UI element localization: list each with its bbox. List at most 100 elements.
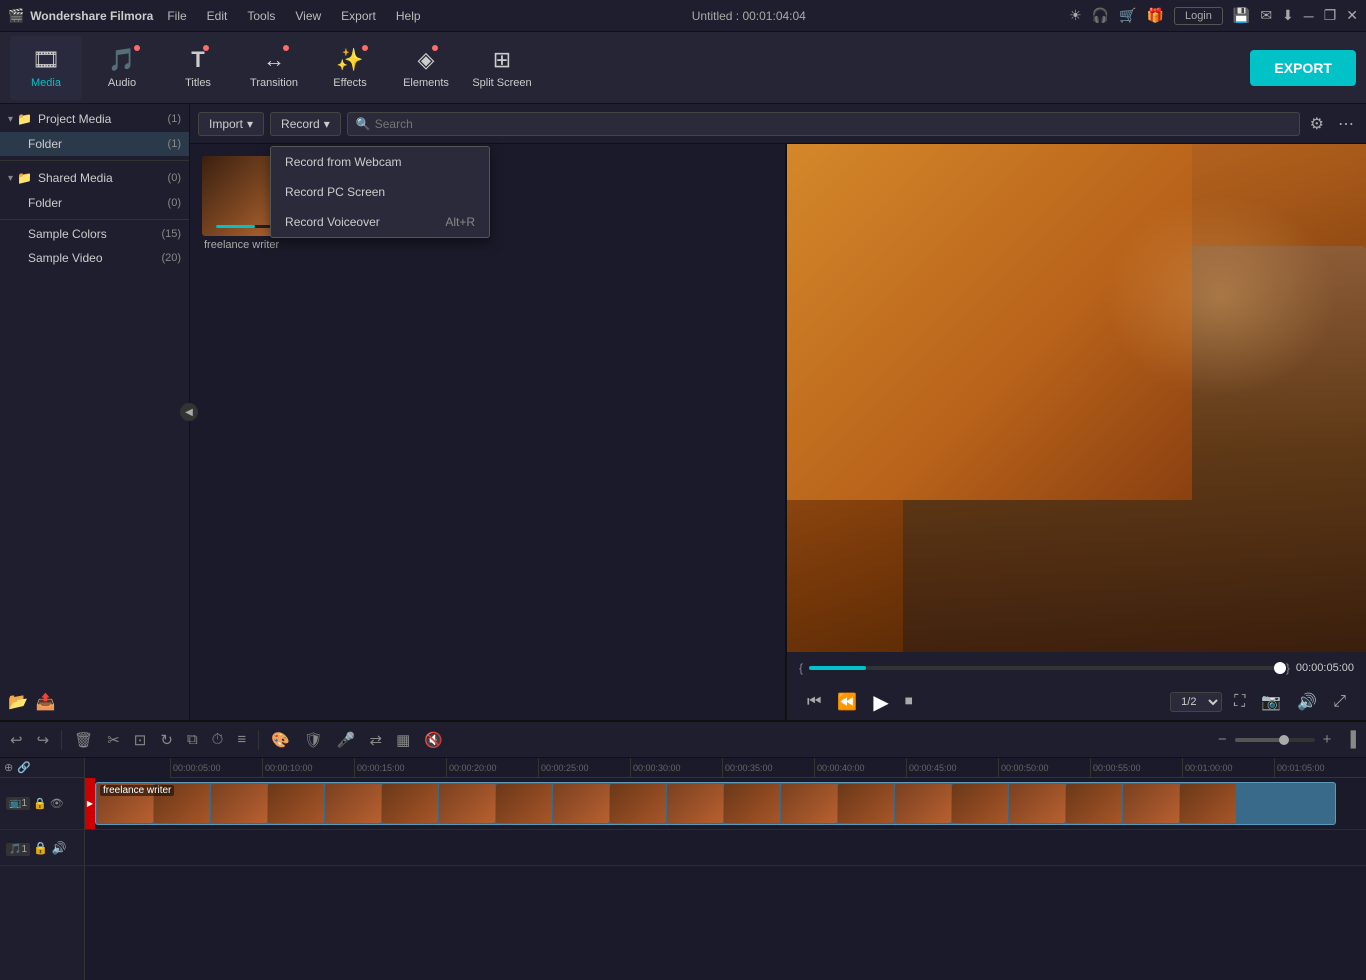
audio-record-button[interactable]: 🎤 xyxy=(333,729,360,751)
zoom-thumb[interactable] xyxy=(1279,735,1289,745)
close-button[interactable]: ✕ xyxy=(1346,7,1358,24)
volume-button[interactable]: 🔊 xyxy=(1293,690,1321,714)
tool-transition[interactable]: ↔ Transition xyxy=(238,36,310,100)
track-labels: ⊕ 🔗 📺1 🔒 👁 🎵1 🔒 🔊 xyxy=(0,758,85,980)
clip-thumb-9 xyxy=(553,784,609,823)
ruler-mark-5: 00:00:25:00 xyxy=(538,758,630,777)
freeze-frame-button[interactable]: ▐ xyxy=(1341,729,1360,750)
screenshot-button[interactable]: 📷 xyxy=(1257,690,1285,714)
add-folder-icon[interactable]: 📂 xyxy=(8,692,28,712)
headphone-icon[interactable]: 🎧 xyxy=(1092,7,1109,24)
delete-button[interactable]: 🗑 xyxy=(70,729,97,751)
mask-button[interactable]: 🛡 xyxy=(300,729,327,751)
titlebar-left: 🎬 Wondershare Filmora File Edit Tools Vi… xyxy=(8,7,429,25)
menu-file[interactable]: File xyxy=(159,7,194,25)
import-button[interactable]: Import ▾ xyxy=(198,112,264,136)
panel-collapse-button[interactable]: ◀ xyxy=(180,403,198,421)
clip-thumb-11 xyxy=(667,784,723,823)
sun-icon[interactable]: ☀ xyxy=(1069,7,1082,24)
caption-button[interactable]: ▦ xyxy=(392,729,414,751)
redo-button[interactable]: ↪ xyxy=(33,729,54,751)
media-item-label: freelance writer xyxy=(202,236,342,254)
progress-bar[interactable] xyxy=(809,666,1280,670)
cart-icon[interactable]: 🛒 xyxy=(1119,7,1136,24)
titlebar-right: ☀ 🎧 🛒 🎁 Login 💾 ✉ ⬇ ─ ❐ ✕ xyxy=(1069,7,1358,25)
center-area: Import ▾ Record ▾ Record from Webcam Rec… xyxy=(190,104,1366,720)
maximize-button[interactable]: ❐ xyxy=(1324,7,1337,24)
record-webcam-item[interactable]: Record from Webcam xyxy=(271,147,489,177)
expand-button[interactable]: ⤢ xyxy=(1329,691,1350,713)
search-input[interactable] xyxy=(375,117,1291,131)
link-icon[interactable]: 🔗 xyxy=(17,761,31,774)
download-icon[interactable]: ⬇ xyxy=(1282,7,1294,24)
zoom-out-button[interactable]: − xyxy=(1214,729,1231,750)
tool-effects[interactable]: ✨ Effects xyxy=(314,36,386,100)
audio-mute-icon[interactable]: 🔊 xyxy=(52,841,67,855)
record-button[interactable]: Record ▾ xyxy=(270,112,341,136)
export-button[interactable]: EXPORT xyxy=(1250,50,1356,86)
adjustments-button[interactable]: ≡ xyxy=(233,729,250,750)
filter-button[interactable]: ⚙ xyxy=(1306,112,1328,136)
step-back-button[interactable]: ⏮ xyxy=(803,691,825,713)
stabilize-button[interactable]: ⇄ xyxy=(366,729,387,751)
record-screen-label: Record PC Screen xyxy=(285,185,385,199)
zoom-fill xyxy=(1235,738,1283,742)
video-clip[interactable]: freelance writer xyxy=(95,782,1336,825)
remove-folder-icon[interactable]: 📤 xyxy=(36,692,56,712)
video-track-icons: 📺1 🔒 👁 xyxy=(6,797,64,810)
undo-button[interactable]: ↩ xyxy=(6,729,27,751)
rewind-button[interactable]: ⏪ xyxy=(833,690,861,714)
record-screen-item[interactable]: Record PC Screen xyxy=(271,177,489,207)
save-icon[interactable]: 💾 xyxy=(1233,7,1250,24)
grid-view-button[interactable]: ⋯ xyxy=(1334,112,1358,136)
mail-icon[interactable]: ✉ xyxy=(1260,7,1272,24)
tool-media[interactable]: 🎞 Media xyxy=(10,36,82,100)
lock-icon[interactable]: 🔒 xyxy=(33,797,47,810)
minimize-button[interactable]: ─ xyxy=(1304,8,1314,24)
zoom-in-button[interactable]: + xyxy=(1319,729,1336,750)
menu-tools[interactable]: Tools xyxy=(239,7,283,25)
mirror-button[interactable]: ⧉ xyxy=(183,729,202,750)
shared-media-header[interactable]: ▾ 📁 Shared Media (0) xyxy=(0,165,189,191)
project-media-header[interactable]: ▾ 📁 Project Media (1) xyxy=(0,106,189,132)
login-button[interactable]: Login xyxy=(1174,7,1223,25)
project-media-folder[interactable]: Folder (1) xyxy=(0,132,189,156)
tool-titles[interactable]: T Titles xyxy=(162,36,234,100)
menu-export[interactable]: Export xyxy=(333,7,384,25)
playback-controls: ⏮ ⏪ ▶ ⏹ 1/2 Full 1/4 ⛶ 📷 🔊 xyxy=(787,684,1366,720)
tool-elements-label: Elements xyxy=(403,77,449,89)
tool-splitscreen[interactable]: ⊞ Split Screen xyxy=(466,36,538,100)
timeline: ↩ ↪ 🗑 ✂ ⊡ ↻ ⧉ ⏱ ≡ 🎨 🛡 🎤 ⇄ ▦ 🔇 − + ▐ xyxy=(0,720,1366,980)
clip-title-label: freelance writer xyxy=(100,785,174,796)
crop-button[interactable]: ⊡ xyxy=(130,729,151,751)
shared-media-folder-count: (0) xyxy=(168,197,181,209)
eye-icon[interactable]: 👁 xyxy=(50,797,64,810)
cut-button[interactable]: ✂ xyxy=(103,729,124,751)
record-voiceover-shortcut: Alt+R xyxy=(445,215,475,229)
quality-select[interactable]: 1/2 Full 1/4 xyxy=(1170,692,1222,712)
ruler-mark-10: 00:00:50:00 xyxy=(998,758,1090,777)
rotation-button[interactable]: ↻ xyxy=(156,729,177,751)
stop-button[interactable]: ⏹ xyxy=(901,691,917,713)
fullscreen-button[interactable]: ⛶ xyxy=(1230,691,1249,713)
record-voiceover-item[interactable]: Record Voiceover Alt+R xyxy=(271,207,489,237)
play-button[interactable]: ▶ xyxy=(869,688,892,717)
shared-media-folder[interactable]: Folder (0) xyxy=(0,191,189,215)
playback-bar: { } 00:00:05:00 xyxy=(787,652,1366,684)
audio-lock-icon[interactable]: 🔒 xyxy=(33,841,48,855)
color-button[interactable]: 🎨 xyxy=(267,729,294,751)
sample-colors-item[interactable]: Sample Colors (15) xyxy=(0,222,189,246)
gift-icon[interactable]: 🎁 xyxy=(1147,7,1164,24)
tool-audio[interactable]: 🎵 Audio xyxy=(86,36,158,100)
silence-button[interactable]: 🔇 xyxy=(420,729,447,751)
video-frame xyxy=(787,144,1366,652)
sample-video-count: (20) xyxy=(161,252,181,264)
menu-view[interactable]: View xyxy=(287,7,329,25)
record-dropdown-container: Record ▾ Record from Webcam Record PC Sc… xyxy=(270,112,341,136)
menu-edit[interactable]: Edit xyxy=(199,7,236,25)
add-track-icon[interactable]: ⊕ xyxy=(4,761,13,774)
sample-video-item[interactable]: Sample Video (20) xyxy=(0,246,189,270)
menu-help[interactable]: Help xyxy=(388,7,429,25)
tool-elements[interactable]: ◈ Elements xyxy=(390,36,462,100)
speed-button[interactable]: ⏱ xyxy=(208,729,228,750)
